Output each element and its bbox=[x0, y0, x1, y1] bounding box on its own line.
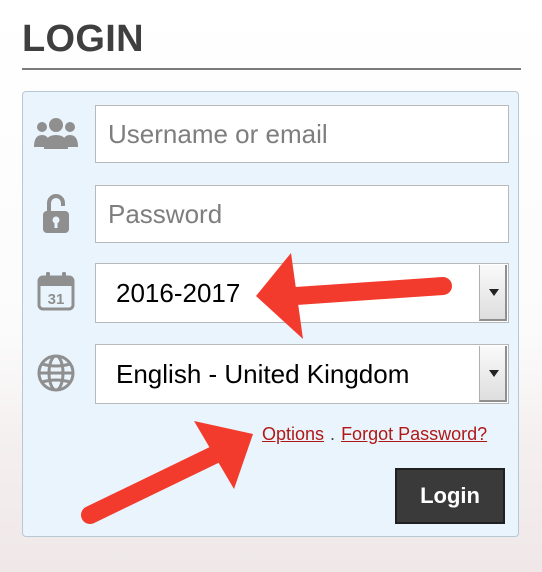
language-dropdown-button[interactable] bbox=[479, 346, 507, 402]
forgot-password-link[interactable]: Forgot Password? bbox=[341, 424, 487, 444]
language-select-value: English - United Kingdom bbox=[116, 359, 410, 389]
links-separator: . bbox=[330, 424, 336, 444]
year-dropdown-button[interactable] bbox=[479, 265, 507, 321]
globe-icon bbox=[33, 350, 79, 396]
login-links: Options. Forgot Password? bbox=[262, 421, 487, 447]
login-heading: LOGIN bbox=[22, 18, 144, 60]
password-input[interactable] bbox=[95, 185, 509, 243]
login-button[interactable]: Login bbox=[395, 468, 505, 524]
chevron-down-icon bbox=[489, 289, 499, 296]
calendar-day: 31 bbox=[48, 291, 65, 308]
unlocked-padlock-icon bbox=[33, 190, 79, 236]
year-select-value: 2016-2017 bbox=[116, 278, 241, 308]
username-input[interactable] bbox=[95, 105, 509, 163]
heading-divider bbox=[22, 68, 521, 70]
language-select[interactable]: English - United Kingdom bbox=[95, 344, 509, 404]
users-icon bbox=[33, 111, 79, 157]
calendar-icon: 31 bbox=[33, 268, 79, 314]
year-select[interactable]: 2016-2017 bbox=[95, 263, 509, 323]
chevron-down-icon bbox=[489, 370, 499, 377]
options-link[interactable]: Options bbox=[262, 424, 324, 444]
